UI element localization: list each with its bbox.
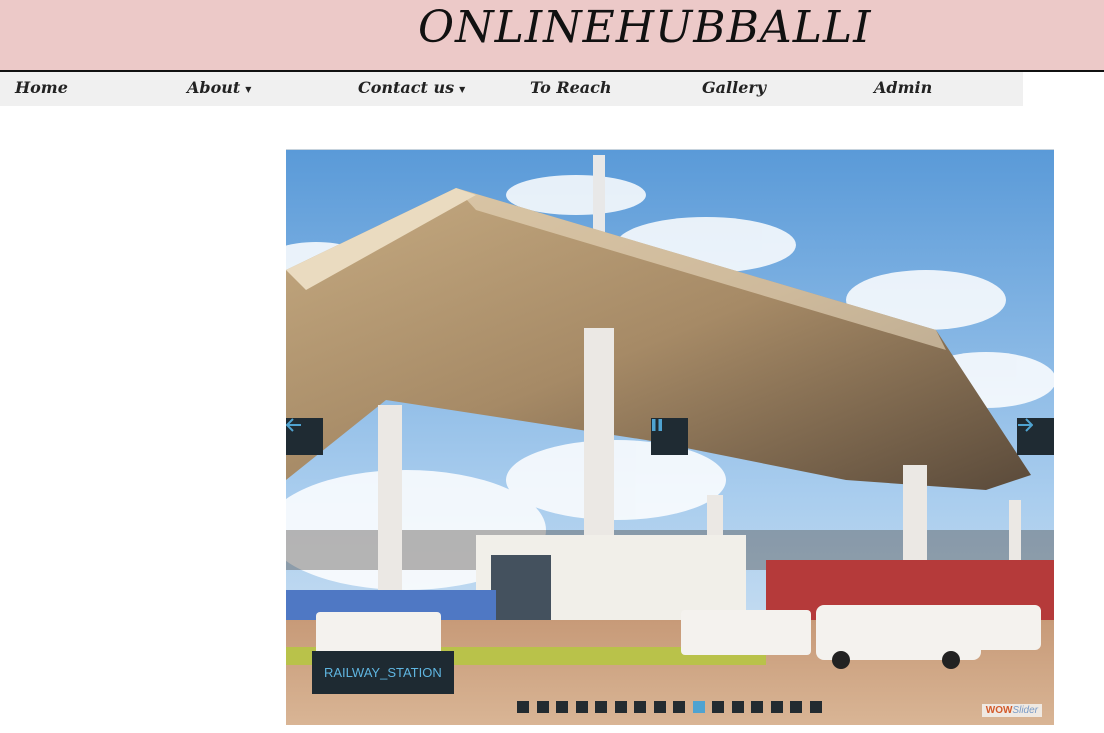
slider-bullet[interactable] — [536, 701, 549, 713]
nav-item-label: Home — [15, 78, 68, 97]
slider-bullet[interactable] — [692, 701, 705, 713]
nav-item-label: Gallery — [702, 78, 767, 97]
slider-bullet[interactable] — [653, 701, 666, 713]
slider-bullet[interactable] — [751, 701, 763, 713]
nav-item-label: Contact us — [358, 78, 455, 97]
arrow-left-icon — [286, 418, 301, 432]
slider-bullet[interactable] — [614, 701, 627, 713]
nav-item-home[interactable]: Home — [15, 78, 68, 97]
site-title[interactable]: ONLINEHUBBALLI — [418, 2, 872, 53]
arrow-right-icon — [1018, 418, 1033, 432]
watermark-part-a: WOW — [985, 705, 1013, 716]
slider-prev-button[interactable] — [286, 418, 323, 455]
slider-bullet[interactable] — [575, 701, 588, 713]
nav-item-contact-us[interactable]: Contact us ▼ — [358, 78, 465, 97]
slider-bullets — [517, 701, 822, 713]
wowslider-watermark[interactable]: WOWSlider — [981, 704, 1042, 717]
slider-next-button[interactable] — [1017, 418, 1054, 455]
slider-pause-button[interactable] — [651, 418, 688, 455]
slider-bullet[interactable] — [712, 701, 724, 713]
caret-down-icon: ▼ — [459, 83, 466, 94]
watermark-part-b: Slider — [1012, 705, 1038, 716]
nav-item-to-reach[interactable]: To Reach — [530, 78, 612, 97]
pause-icon — [652, 419, 662, 431]
slider-bullet[interactable] — [809, 701, 822, 713]
main-nav: Home About ▼ Contact us ▼ To Reach Gallery… — [0, 72, 1023, 106]
slider-bullet[interactable] — [634, 701, 646, 713]
slide-caption: RAILWAY_STATION — [312, 651, 454, 694]
nav-item-label: Admin — [874, 78, 933, 97]
slider-bullet[interactable] — [673, 701, 685, 713]
slider-bullet[interactable] — [556, 701, 568, 713]
slider-bullet[interactable] — [517, 701, 529, 713]
slider-bullet[interactable] — [790, 701, 802, 713]
nav-item-admin[interactable]: Admin — [874, 78, 932, 97]
image-slider: RAILWAY_STATION WOWSlider — [286, 149, 1054, 725]
site-header: ONLINEHUBBALLI — [0, 0, 1104, 70]
slider-bullet[interactable] — [731, 701, 744, 713]
caret-down-icon: ▼ — [245, 83, 252, 94]
nav-item-label: About — [187, 78, 241, 97]
nav-item-about[interactable]: About ▼ — [187, 78, 251, 97]
slider-bullet[interactable] — [770, 701, 783, 713]
nav-item-gallery[interactable]: Gallery — [702, 78, 766, 97]
slider-bullet[interactable] — [595, 701, 607, 713]
nav-item-label: To Reach — [530, 78, 612, 97]
